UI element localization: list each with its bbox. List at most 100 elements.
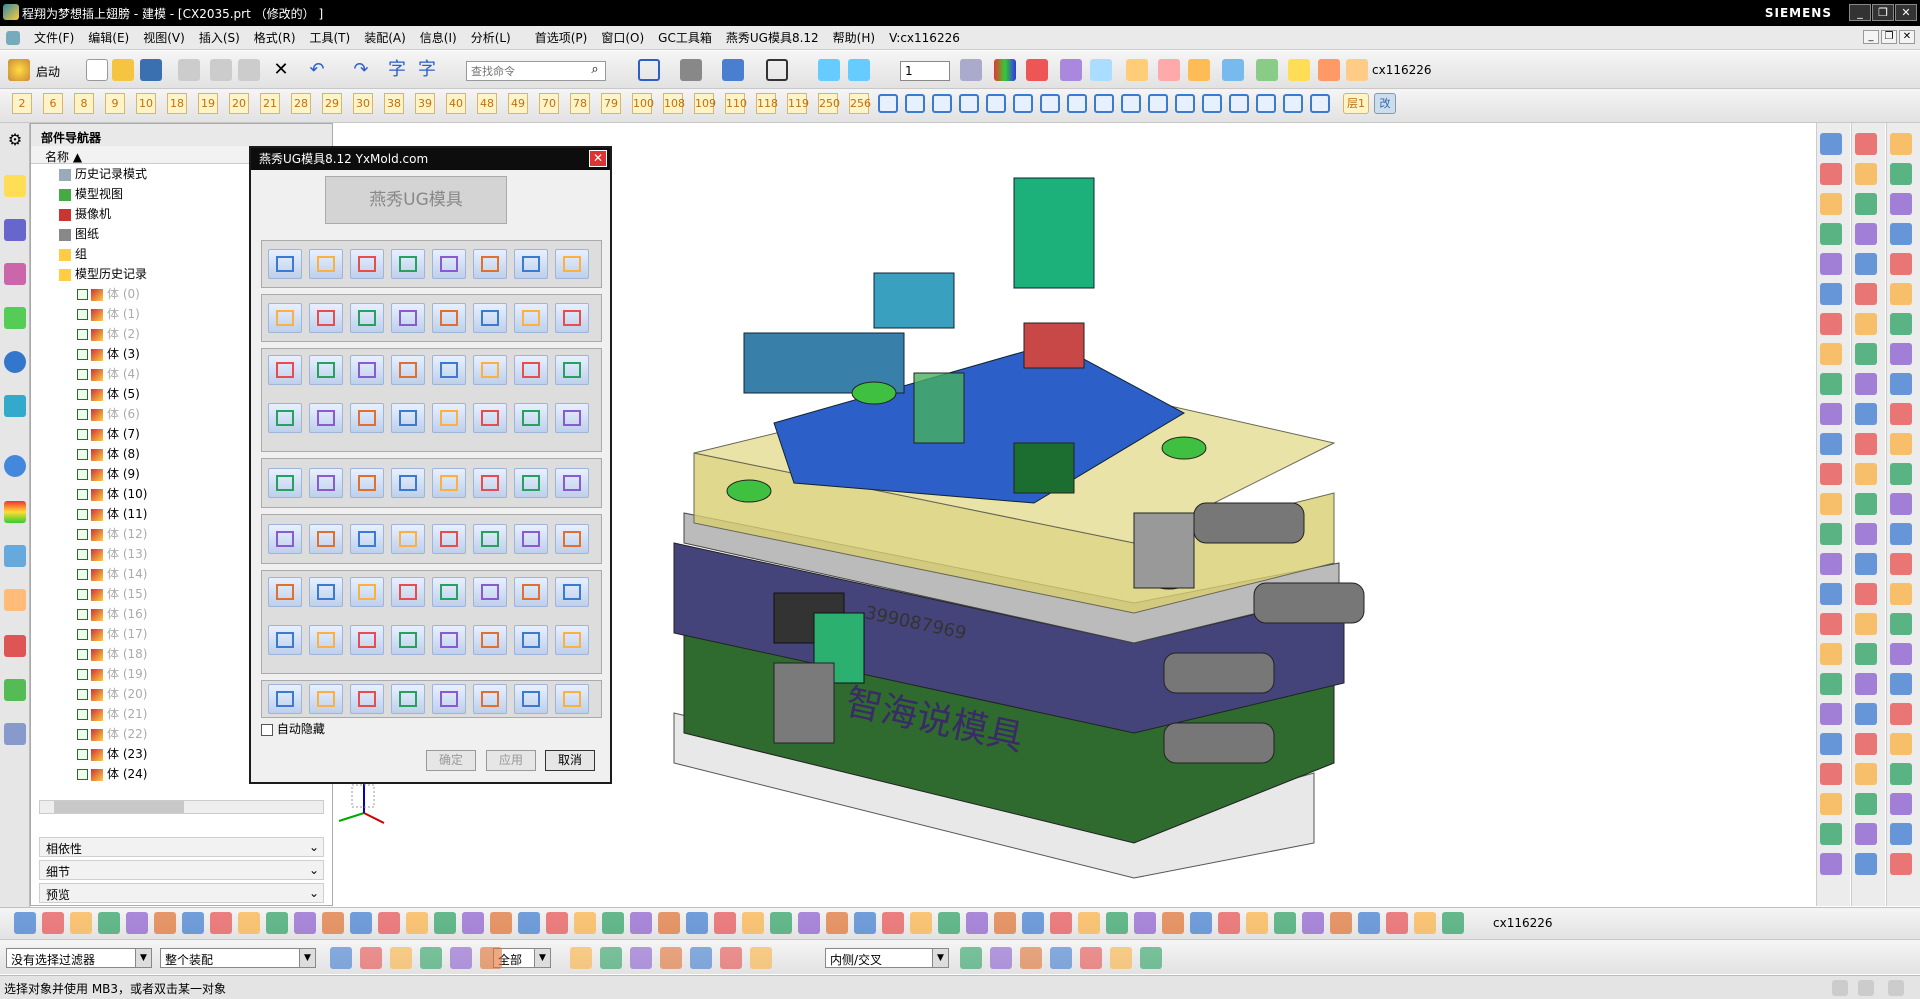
mold-tool-icon[interactable] (350, 684, 384, 714)
feature-tool-icon[interactable] (1414, 912, 1436, 934)
right-tool-icon[interactable] (1855, 223, 1877, 245)
redo-icon[interactable]: ↷ (350, 59, 372, 81)
mold-tool-icon[interactable] (432, 625, 466, 655)
mold-shape-icon[interactable] (1256, 94, 1276, 113)
mold-tool-icon[interactable] (268, 625, 302, 655)
visibility-checkbox[interactable] (77, 589, 88, 600)
visibility-checkbox[interactable] (77, 769, 88, 780)
feature-tool-icon[interactable] (98, 912, 120, 934)
right-tool-icon[interactable] (1855, 823, 1877, 845)
search-icon[interactable]: ⌕ (586, 61, 604, 79)
right-tool-icon[interactable] (1890, 733, 1912, 755)
mold-tool-icon[interactable] (555, 303, 589, 333)
mold-tool-icon[interactable] (350, 249, 384, 279)
right-tool-icon[interactable] (1820, 553, 1842, 575)
mold-tool-icon[interactable] (473, 684, 507, 714)
mold-tool-icon[interactable] (309, 625, 343, 655)
feature-tool-icon[interactable] (994, 912, 1016, 934)
feature-tool-icon[interactable] (434, 912, 456, 934)
mold-tool-icon[interactable] (432, 524, 466, 554)
visibility-checkbox[interactable] (77, 409, 88, 420)
feature-tool-icon[interactable] (938, 912, 960, 934)
mirror-icon[interactable] (1256, 59, 1278, 81)
feature-tool-icon[interactable] (126, 912, 148, 934)
layer-number-button[interactable]: 21 (260, 93, 280, 114)
mold-tool-icon[interactable] (268, 303, 302, 333)
right-tool-icon[interactable] (1890, 403, 1912, 425)
right-tool-icon[interactable] (1890, 583, 1912, 605)
wizard-icon[interactable] (4, 679, 26, 701)
layer-button-icon[interactable]: 层1 (1343, 93, 1369, 114)
mold-tool-icon[interactable] (514, 403, 548, 433)
right-tool-icon[interactable] (1820, 673, 1842, 695)
mold-tool-icon[interactable] (473, 303, 507, 333)
feature-tool-icon[interactable] (70, 912, 92, 934)
right-tool-icon[interactable] (1820, 793, 1842, 815)
snap-point-icon[interactable] (450, 947, 472, 969)
text-icon[interactable]: 字 (386, 59, 408, 81)
feature-tool-icon[interactable] (378, 912, 400, 934)
feature-tool-icon[interactable] (1190, 912, 1212, 934)
right-tool-icon[interactable] (1820, 463, 1842, 485)
feature-tool-icon[interactable] (630, 912, 652, 934)
settings-gear-icon[interactable]: ⚙ (4, 129, 26, 151)
feature-tool-icon[interactable] (574, 912, 596, 934)
layer-number-button[interactable]: 28 (291, 93, 311, 114)
layer-number-button[interactable]: 108 (663, 93, 685, 114)
layer-number-button[interactable]: 29 (322, 93, 342, 114)
right-tool-icon[interactable] (1820, 223, 1842, 245)
feature-tool-icon[interactable] (1078, 912, 1100, 934)
mold-tool-icon[interactable] (391, 684, 425, 714)
dialog-titlebar[interactable]: 燕秀UG模具8.12 YxMold.com (251, 148, 610, 170)
mold-tool-icon[interactable] (350, 355, 384, 385)
feature-tool-icon[interactable] (686, 912, 708, 934)
menu-insert[interactable]: 插入(S) (199, 29, 240, 46)
feature-tool-icon[interactable] (238, 912, 260, 934)
snap-point-icon[interactable] (990, 947, 1012, 969)
feature-tool-icon[interactable] (1134, 912, 1156, 934)
mold-tool-icon[interactable] (268, 684, 302, 714)
mold-shape-icon[interactable] (1175, 94, 1195, 113)
feature-tool-icon[interactable] (798, 912, 820, 934)
visibility-checkbox[interactable] (77, 329, 88, 340)
autohide-checkbox[interactable] (261, 723, 273, 736)
right-tool-icon[interactable] (1890, 253, 1912, 275)
grid-icon[interactable] (1090, 59, 1112, 81)
feature-tool-icon[interactable] (882, 912, 904, 934)
right-tool-icon[interactable] (1855, 733, 1877, 755)
menu-preferences[interactable]: 首选项(P) (535, 29, 588, 46)
mold-shape-icon[interactable] (932, 94, 952, 113)
mold-tool-icon[interactable] (473, 249, 507, 279)
snap-point-icon[interactable] (1080, 947, 1102, 969)
measure-icon[interactable] (1060, 59, 1082, 81)
right-tool-icon[interactable] (1820, 133, 1842, 155)
mold-tool-icon[interactable] (432, 355, 466, 385)
layer-number-button[interactable]: 70 (539, 93, 559, 114)
feature-tool-icon[interactable] (490, 912, 512, 934)
visibility-checkbox[interactable] (77, 669, 88, 680)
right-tool-icon[interactable] (1855, 193, 1877, 215)
layer-number-button[interactable]: 109 (694, 93, 716, 114)
right-tool-icon[interactable] (1820, 523, 1842, 545)
wcs-icon[interactable] (818, 59, 840, 81)
web-browser-icon[interactable] (4, 351, 26, 373)
mold-tool-icon[interactable] (473, 403, 507, 433)
visibility-checkbox[interactable] (77, 729, 88, 740)
snap-point-icon[interactable] (1140, 947, 1162, 969)
mold-shape-icon[interactable] (986, 94, 1006, 113)
mold-tool-icon[interactable] (309, 468, 343, 498)
layer-number-button[interactable]: 48 (477, 93, 497, 114)
right-tool-icon[interactable] (1890, 313, 1912, 335)
menu-gc-toolbox[interactable]: GC工具箱 (658, 29, 712, 46)
layer-select[interactable]: 1 (900, 61, 950, 81)
feature-tool-icon[interactable] (602, 912, 624, 934)
autohide-option[interactable]: 自动隐藏 (261, 720, 325, 737)
right-tool-icon[interactable] (1855, 613, 1877, 635)
right-tool-icon[interactable] (1855, 163, 1877, 185)
visibility-checkbox[interactable] (77, 609, 88, 620)
mold-tool-icon[interactable] (309, 249, 343, 279)
mold-shape-icon[interactable] (1094, 94, 1114, 113)
snap-point-icon[interactable] (480, 947, 502, 969)
mold-tool-icon[interactable] (555, 355, 589, 385)
dialog-close-button[interactable]: ✕ (589, 150, 607, 167)
